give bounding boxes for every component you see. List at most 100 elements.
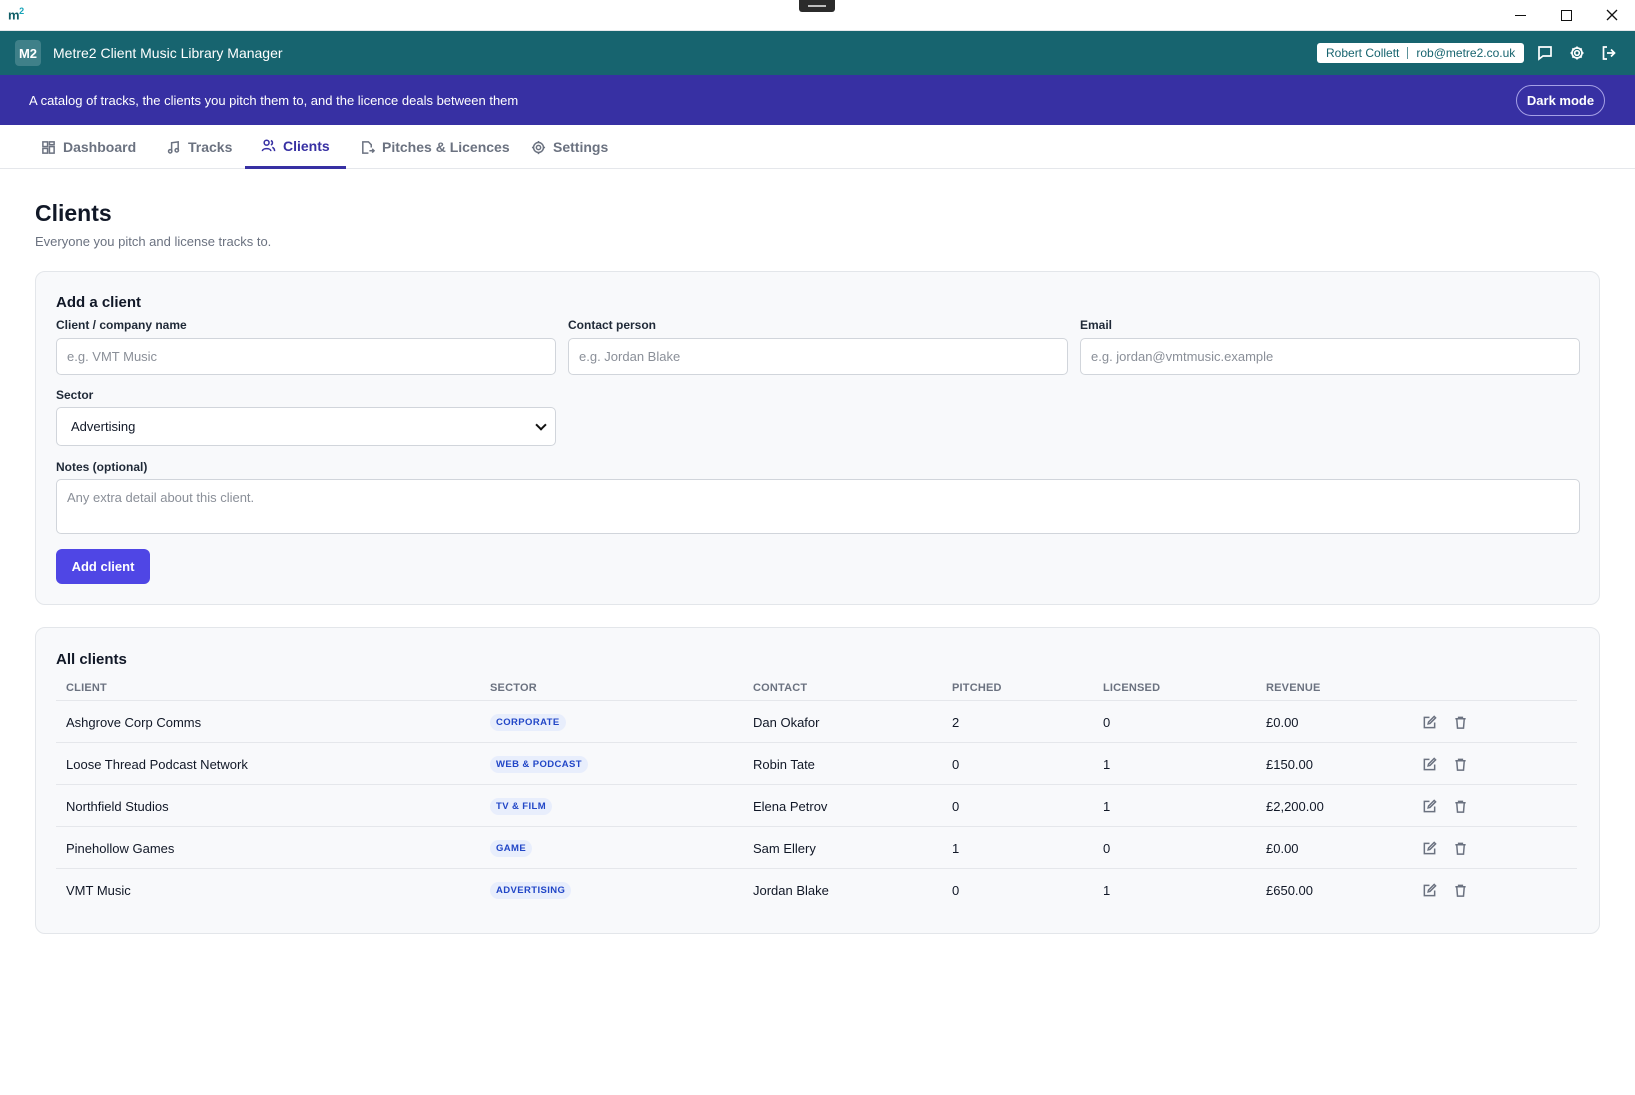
edit-client-button[interactable] (1419, 838, 1439, 858)
settings-button[interactable] (1567, 43, 1587, 63)
email-label: Email (1080, 318, 1113, 332)
pitched-cell: 0 (952, 883, 960, 898)
edit-client-button[interactable] (1419, 796, 1439, 816)
revenue-cell: £0.00 (1266, 841, 1299, 856)
sector-badge: GAME (490, 840, 533, 857)
add-client-card: Add a client Client / company name Conta… (35, 271, 1600, 605)
pitched-cell: 2 (952, 715, 960, 730)
column-header-revenue[interactable]: REVENUE (1266, 682, 1321, 694)
trash-icon (1454, 758, 1466, 771)
user-email: rob@metre2.co.uk (1416, 46, 1516, 60)
table-header-row: CLIENT SECTOR CONTACT PITCHED LICENSED R… (56, 676, 1577, 701)
column-header-sector[interactable]: SECTOR (490, 682, 537, 694)
all-clients-card: All clients CLIENT SECTOR CONTACT PITCHE… (35, 627, 1600, 934)
tab-label: Dashboard (63, 139, 137, 155)
info-banner: A catalog of tracks, the clients you pit… (0, 75, 1635, 125)
email-input[interactable] (1080, 338, 1580, 375)
edit-client-button[interactable] (1419, 712, 1439, 732)
pitched-cell: 1 (952, 841, 960, 856)
column-header-licensed[interactable]: LICENSED (1103, 682, 1160, 694)
sector-badge: TV & FILM (490, 798, 553, 815)
user-name: Robert Collett (1326, 46, 1400, 60)
drag-handle[interactable] (799, 0, 835, 12)
table-row: Ashgrove Corp Comms CORPORATE Dan Okafor… (56, 701, 1577, 743)
column-header-contact[interactable]: CONTACT (753, 682, 807, 694)
user-chip[interactable]: Robert Collett rob@metre2.co.uk (1317, 43, 1525, 63)
tab-dashboard[interactable]: Dashboard (25, 125, 152, 169)
divider (1407, 47, 1409, 59)
notes-textarea[interactable] (56, 479, 1580, 534)
message-icon (1538, 46, 1552, 61)
contact-cell: Jordan Blake (753, 883, 829, 898)
app-title: Metre2 Client Music Library Manager (53, 45, 283, 61)
edit-icon (1423, 798, 1437, 812)
dark-mode-button[interactable]: Dark mode (1516, 85, 1605, 116)
add-client-heading: Add a client (56, 294, 142, 311)
licensed-cell: 1 (1103, 883, 1111, 898)
client-name-input[interactable] (56, 338, 556, 375)
delete-client-button[interactable] (1450, 838, 1470, 858)
edit-icon (1423, 882, 1437, 896)
table-row: Loose Thread Podcast Network WEB & PODCA… (56, 743, 1577, 785)
edit-icon (1423, 756, 1437, 770)
tab-clients[interactable]: Clients (245, 125, 346, 169)
licensed-cell: 0 (1103, 841, 1111, 856)
add-client-button[interactable]: Add client (56, 549, 150, 584)
edit-client-button[interactable] (1419, 880, 1439, 900)
edit-icon (1423, 714, 1437, 728)
revenue-cell: £0.00 (1266, 715, 1299, 730)
contact-person-input[interactable] (568, 338, 1068, 375)
delete-client-button[interactable] (1450, 754, 1470, 774)
window-titlebar: m2 (0, 0, 1635, 31)
tab-settings[interactable]: Settings (515, 125, 624, 169)
client-name-label: Client / company name (56, 318, 187, 332)
table-row: Northfield Studios TV & FILM Elena Petro… (56, 785, 1577, 827)
edit-icon (1423, 840, 1437, 854)
clients-table: CLIENT SECTOR CONTACT PITCHED LICENSED R… (56, 676, 1577, 911)
contact-cell: Dan Okafor (753, 715, 820, 730)
music-note-icon (167, 140, 180, 154)
maximize-button[interactable] (1543, 0, 1589, 30)
revenue-cell: £650.00 (1266, 883, 1313, 898)
tab-pitches-licences[interactable]: Pitches & Licences (344, 125, 526, 169)
brand-badge: M2 (15, 40, 41, 66)
contact-person-label: Contact person (568, 318, 657, 332)
sector-badge: CORPORATE (490, 714, 566, 731)
client-name-cell: VMT Music (66, 883, 131, 898)
column-header-pitched[interactable]: PITCHED (952, 682, 1002, 694)
client-name-cell: Pinehollow Games (66, 841, 175, 856)
tab-tracks[interactable]: Tracks (150, 125, 248, 169)
revenue-cell: £150.00 (1266, 757, 1313, 772)
pitched-cell: 0 (952, 799, 960, 814)
sector-badge: ADVERTISING (490, 882, 572, 899)
client-name-cell: Northfield Studios (66, 799, 169, 814)
gear-icon (1570, 46, 1584, 60)
notes-label: Notes (optional) (56, 460, 148, 474)
minimize-button[interactable] (1497, 0, 1543, 30)
trash-icon (1454, 800, 1466, 813)
sector-label: Sector (56, 388, 94, 402)
sector-select[interactable]: Advertising (56, 407, 556, 446)
feedback-button[interactable] (1535, 43, 1555, 63)
gear-icon (531, 140, 546, 154)
column-header-client[interactable]: CLIENT (66, 682, 107, 694)
send-document-icon (362, 140, 375, 154)
delete-client-button[interactable] (1450, 712, 1470, 732)
delete-client-button[interactable] (1450, 880, 1470, 900)
tab-label: Settings (553, 139, 609, 155)
logout-button[interactable] (1599, 43, 1619, 63)
close-icon (1606, 9, 1618, 21)
table-row: VMT Music ADVERTISING Jordan Blake 0 1 £… (56, 869, 1577, 911)
contact-cell: Elena Petrov (753, 799, 828, 814)
trash-icon (1454, 842, 1466, 855)
banner-text: A catalog of tracks, the clients you pit… (29, 93, 519, 108)
delete-client-button[interactable] (1450, 796, 1470, 816)
edit-client-button[interactable] (1419, 754, 1439, 774)
sector-selected-value: Advertising (71, 419, 136, 434)
main-tabs: Dashboard Tracks Clients Pitches & Licen… (0, 125, 1635, 169)
close-button[interactable] (1589, 0, 1635, 30)
tab-label: Tracks (188, 139, 233, 155)
tab-label: Pitches & Licences (382, 139, 510, 155)
users-icon (261, 139, 276, 152)
contact-cell: Sam Ellery (753, 841, 816, 856)
